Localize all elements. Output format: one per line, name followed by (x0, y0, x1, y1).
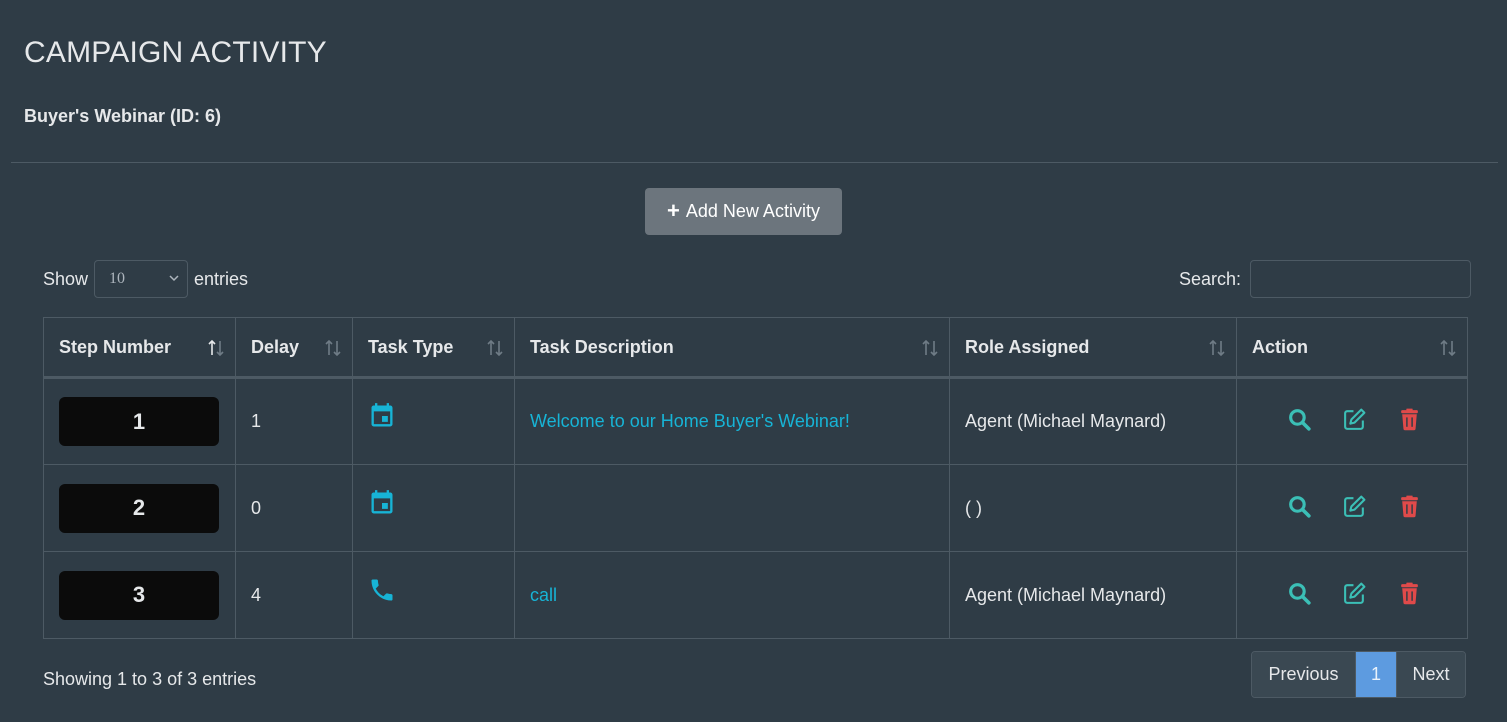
search-label: Search: (1179, 268, 1242, 289)
table-row: 1 1 Welcome to our Home Buyer's Webinar!… (43, 377, 1468, 465)
cell-actions (1236, 464, 1468, 552)
length-control: Show 10 entries (43, 260, 248, 298)
cell-delay: 0 (235, 464, 353, 552)
entries-label: entries (194, 268, 249, 289)
pagination: Previous 1 Next (1251, 651, 1466, 698)
add-new-activity-button[interactable]: + Add New Activity (645, 188, 842, 235)
col-header-role-assigned[interactable]: Role Assigned (949, 317, 1237, 379)
step-badge: 3 (59, 570, 219, 620)
page-title: CAMPAIGN ACTIVITY (24, 36, 327, 69)
entries-select[interactable]: 10 (94, 260, 189, 298)
task-description-link[interactable]: call (530, 585, 557, 605)
delete-trash-icon[interactable] (1397, 407, 1422, 432)
search-input[interactable] (1250, 260, 1472, 298)
edit-icon[interactable] (1342, 581, 1367, 606)
add-new-activity-label: Add New Activity (685, 201, 820, 221)
cell-step: 1 (43, 377, 236, 465)
activity-table: Step Number Delay Task Type Task Descrip… (43, 317, 1468, 639)
cell-task-type (352, 551, 515, 639)
step-badge: 2 (59, 483, 219, 533)
cell-task-description: call (514, 551, 950, 639)
sort-icon (922, 339, 938, 357)
cell-actions (1236, 377, 1468, 465)
sort-icon (487, 339, 503, 357)
phone-icon (371, 579, 393, 600)
divider (11, 162, 1498, 163)
cell-task-type (352, 377, 515, 465)
cell-role: ( ) (949, 464, 1237, 552)
pagination-page-1[interactable]: 1 (1356, 652, 1397, 697)
sort-icon (1440, 339, 1456, 357)
col-header-label: Task Type (368, 336, 454, 357)
col-header-label: Delay (251, 336, 300, 357)
table-info: Showing 1 to 3 of 3 entries (43, 669, 257, 689)
cell-delay: 1 (235, 377, 353, 465)
table-row: 3 4 call Agent (Michael Maynard) (43, 551, 1468, 639)
cell-task-description (514, 464, 950, 552)
view-search-icon[interactable] (1287, 581, 1312, 606)
cell-step: 3 (43, 551, 236, 639)
col-header-label: Action (1252, 336, 1308, 357)
show-label: Show (43, 268, 89, 289)
search-control: Search: (1179, 260, 1472, 298)
view-search-icon[interactable] (1287, 494, 1312, 519)
task-description-link[interactable]: Welcome to our Home Buyer's Webinar! (530, 411, 850, 431)
view-search-icon[interactable] (1287, 407, 1312, 432)
col-header-action[interactable]: Action (1236, 317, 1468, 379)
page: CAMPAIGN ACTIVITY Buyer's Webinar (ID: 6… (0, 0, 1507, 722)
cell-actions (1236, 551, 1468, 639)
table-row: 2 0 ( ) (43, 464, 1468, 552)
cell-role: Agent (Michael Maynard) (949, 377, 1237, 465)
entries-select-value: 10 (109, 270, 126, 287)
edit-icon[interactable] (1342, 494, 1367, 519)
delete-trash-icon[interactable] (1397, 494, 1422, 519)
cell-task-type (352, 464, 515, 552)
sort-icon (325, 339, 341, 357)
calendar-icon (371, 489, 393, 513)
cell-step: 2 (43, 464, 236, 552)
table-header-row: Step Number Delay Task Type Task Descrip… (43, 317, 1468, 379)
chevron-down-icon (169, 275, 179, 282)
col-header-task-type[interactable]: Task Type (352, 317, 515, 379)
col-header-task-description[interactable]: Task Description (514, 317, 950, 379)
pagination-previous[interactable]: Previous (1252, 652, 1356, 697)
cell-delay: 4 (235, 551, 353, 639)
delete-trash-icon[interactable] (1397, 581, 1422, 606)
cell-role: Agent (Michael Maynard) (949, 551, 1237, 639)
col-header-label: Step Number (59, 336, 172, 357)
edit-icon[interactable] (1342, 407, 1367, 432)
col-header-label: Role Assigned (965, 336, 1090, 357)
col-header-delay[interactable]: Delay (235, 317, 353, 379)
calendar-icon (371, 403, 393, 427)
col-header-label: Task Description (530, 336, 674, 357)
cell-task-description: Welcome to our Home Buyer's Webinar! (514, 377, 950, 465)
sort-icon (1209, 339, 1225, 357)
plus-icon: + (667, 197, 680, 223)
pagination-next[interactable]: Next (1397, 652, 1465, 697)
step-badge: 1 (59, 397, 219, 446)
sort-asc-icon (208, 339, 224, 357)
col-header-step-number[interactable]: Step Number (43, 317, 236, 379)
campaign-name: Buyer's Webinar (ID: 6) (24, 106, 221, 126)
